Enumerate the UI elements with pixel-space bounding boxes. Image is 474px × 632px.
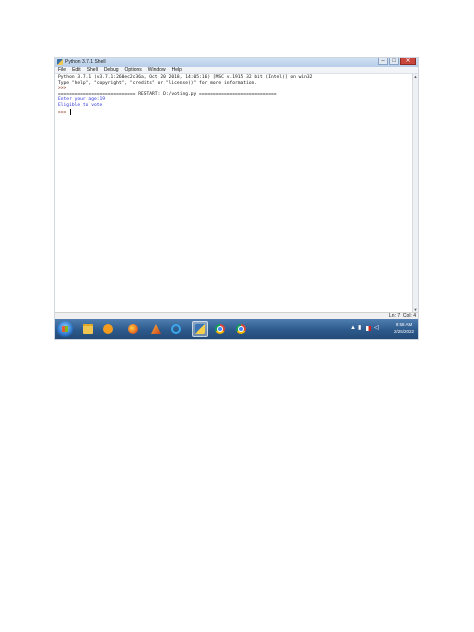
folder-icon[interactable] (80, 321, 96, 337)
clock-time: 9:58 AM (395, 322, 413, 327)
media-player-icon[interactable] (100, 321, 116, 337)
menu-file[interactable]: File (58, 67, 66, 73)
chrome-icon[interactable] (233, 321, 249, 337)
shell-text-area[interactable]: Python 3.7.1 (v3.7.1:260ec2c36a, Oct 20 … (55, 74, 412, 312)
menu-shell[interactable]: Shell (87, 67, 98, 73)
menu-bar: File Edit Shell Debug Options Window Hel… (55, 67, 418, 74)
menu-debug[interactable]: Debug (104, 67, 119, 73)
python-idle-icon[interactable] (192, 321, 208, 337)
tray-expand-icon[interactable]: ▲ (350, 325, 356, 332)
window-title: Python 3.7.1 Shell (65, 59, 106, 65)
start-icon[interactable] (57, 321, 73, 337)
menu-help[interactable]: Help (172, 67, 182, 73)
banner-line-2: Type "help", "copyright", "credits" or "… (58, 80, 258, 86)
menu-options[interactable]: Options (125, 67, 142, 73)
matlab-icon[interactable] (148, 321, 164, 337)
menu-window[interactable]: Window (148, 67, 166, 73)
window-controls: – □ ✕ (378, 58, 416, 66)
clock[interactable]: 9:58 AM 2/25/2022 (394, 321, 414, 335)
screenshot: Python 3.7.1 Shell – □ ✕ File Edit Shell… (55, 58, 418, 339)
clock-date: 2/25/2022 (393, 329, 414, 334)
active-prompt: >>> (58, 110, 70, 116)
status-bar: Ln: 7 Col: 4 (55, 312, 418, 319)
menu-edit[interactable]: Edit (72, 67, 81, 73)
firefox-icon[interactable] (125, 321, 141, 337)
vertical-scrollbar[interactable]: ▲ ▼ (412, 74, 418, 312)
text-cursor (70, 108, 72, 115)
minimize-button[interactable]: – (378, 58, 388, 65)
chrome-icon[interactable] (212, 321, 228, 337)
internet-explorer-icon[interactable] (168, 321, 184, 337)
volume-icon[interactable]: ◁ (374, 325, 379, 332)
close-button[interactable]: ✕ (400, 58, 416, 65)
action-center-icon[interactable] (366, 326, 371, 331)
system-tray: ▲ ▮ ◁ 9:58 AM 2/25/2022 (348, 319, 418, 339)
network-icon[interactable]: ▮ (358, 325, 361, 332)
maximize-button[interactable]: □ (389, 58, 399, 65)
python-icon (57, 59, 63, 65)
title-bar[interactable]: Python 3.7.1 Shell – □ ✕ (55, 58, 418, 67)
scroll-up-icon[interactable]: ▲ (413, 74, 418, 79)
taskbar: ▲ ▮ ◁ 9:58 AM 2/25/2022 (55, 319, 418, 339)
active-prompt-line[interactable]: >>> (58, 108, 72, 116)
